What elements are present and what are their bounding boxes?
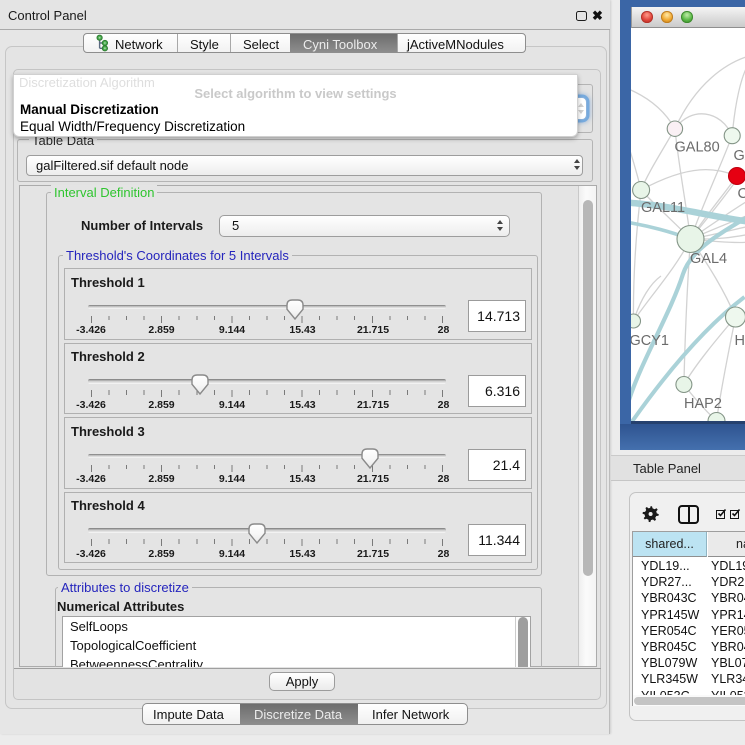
svg-text:GAL80: GAL80	[734, 148, 745, 164]
svg-text:CDC6: CDC6	[738, 186, 745, 202]
svg-text:GAL80: GAL80	[675, 140, 720, 156]
svg-text:GAL4: GAL4	[690, 251, 727, 267]
svg-text:HAP2: HAP2	[684, 396, 722, 412]
svg-text:HAP4: HAP4	[735, 333, 745, 349]
svg-text:GCY1: GCY1	[631, 333, 669, 349]
svg-text:GAL11: GAL11	[641, 200, 685, 216]
